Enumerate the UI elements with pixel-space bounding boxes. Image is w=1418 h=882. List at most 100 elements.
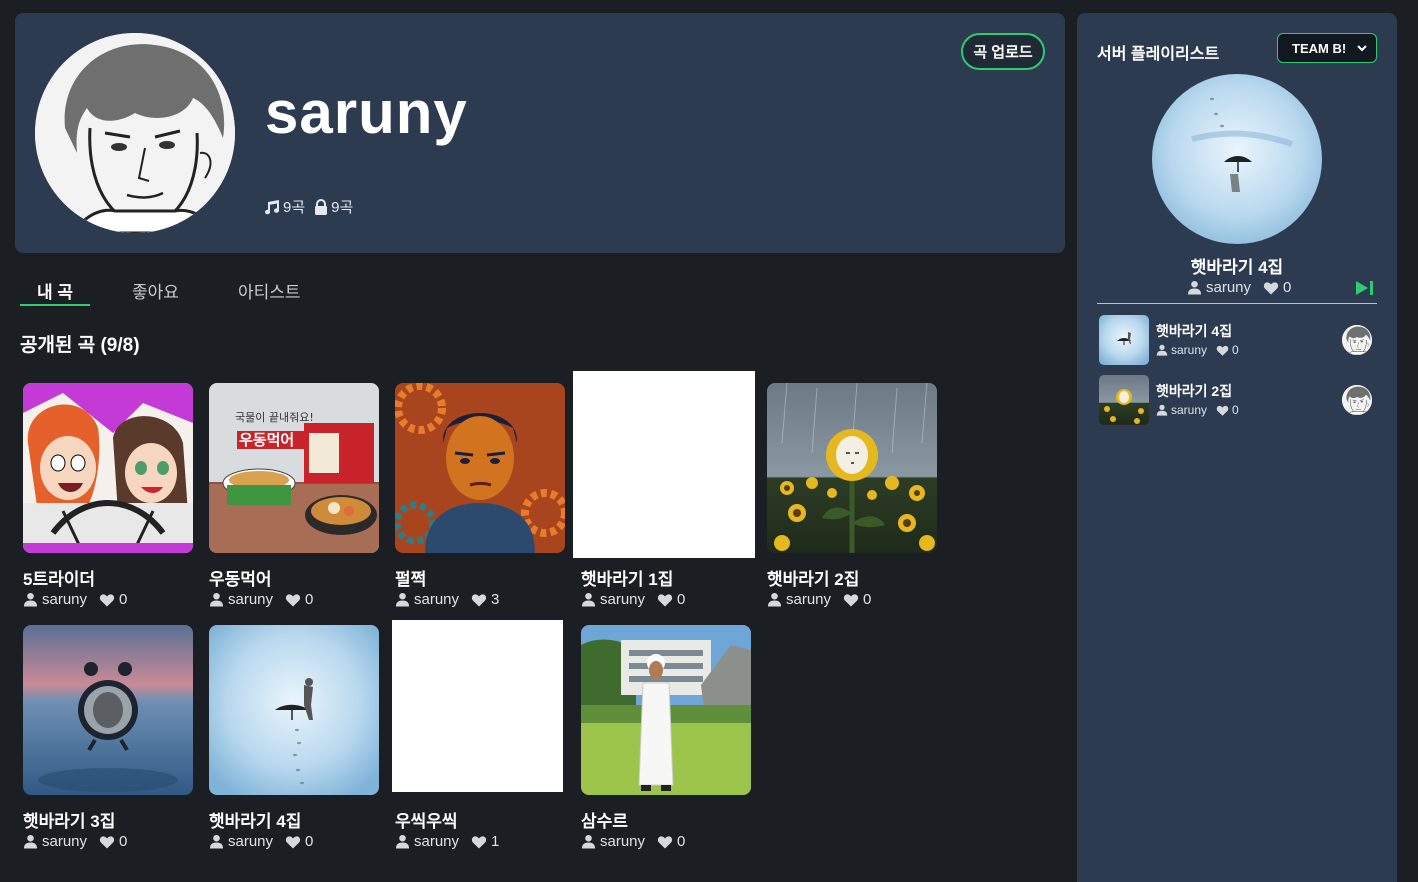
song-cover[interactable] — [23, 625, 193, 795]
avatar[interactable] — [1342, 385, 1372, 415]
song-meta: saruny 0 — [581, 591, 685, 608]
song-artist[interactable]: saruny — [414, 591, 459, 608]
team-select-value: TEAM B! — [1292, 40, 1347, 56]
song-card[interactable]: 국물이 끝내줘요! 우동먹어 우동먹어 saruny 0 — [209, 383, 384, 608]
playlist-item[interactable]: 햇바라기 2집 saruny 0 — [1099, 375, 1375, 425]
private-count-label: 9곡 — [331, 199, 354, 216]
user-icon — [1156, 404, 1168, 416]
tab-likes[interactable]: 좋아요 — [115, 276, 196, 306]
song-title[interactable]: 햇바라기 4집 — [209, 807, 301, 832]
song-title[interactable]: 햇바라기 1집 — [581, 565, 673, 590]
profile-header: saruny 9곡 9곡 곡 업로드 — [15, 13, 1065, 253]
heart-icon[interactable] — [1216, 344, 1229, 357]
song-meta: saruny 0 — [581, 833, 685, 850]
song-artist[interactable]: saruny — [414, 833, 459, 850]
tab-artists[interactable]: 아티스트 — [221, 276, 318, 306]
song-card[interactable]: 햇바라기 4집 saruny 0 — [209, 625, 384, 850]
song-cover[interactable] — [392, 620, 563, 792]
profile-stats: 9곡 9곡 — [263, 196, 353, 217]
song-card[interactable]: 삼수르 saruny 0 — [581, 625, 756, 850]
heart-icon[interactable] — [285, 592, 301, 608]
song-artist[interactable]: saruny — [42, 591, 87, 608]
now-playing-likes: 0 — [1283, 279, 1292, 296]
now-playing-cover[interactable] — [1152, 74, 1322, 244]
playlist-item[interactable]: 햇바라기 4집 saruny 0 — [1099, 315, 1375, 365]
song-card[interactable]: 5트라이더 saruny 0 — [23, 383, 198, 608]
user-icon — [23, 592, 38, 607]
section-title: 공개된 곡 (9/8) — [20, 335, 140, 356]
song-cover[interactable] — [209, 625, 379, 795]
heart-icon[interactable] — [843, 592, 859, 608]
song-cover[interactable] — [573, 371, 755, 558]
song-meta: saruny 3 — [395, 591, 499, 608]
playlist-item-title: 햇바라기 4집 — [1156, 323, 1233, 339]
heart-icon[interactable] — [1216, 404, 1229, 417]
song-artist[interactable]: saruny — [42, 833, 87, 850]
heart-icon[interactable] — [657, 592, 673, 608]
udong-banner-text: 국물이 끝내줘요! — [235, 411, 314, 424]
playlist-item-cover — [1099, 375, 1149, 425]
song-title[interactable]: 펄쩍 — [395, 565, 426, 590]
playlist-item-artist: saruny — [1171, 403, 1208, 417]
upload-song-button[interactable]: 곡 업로드 — [961, 33, 1045, 70]
song-meta: saruny 0 — [209, 591, 313, 608]
tab-my-songs[interactable]: 내 곡 — [20, 276, 91, 306]
playlist-item-title: 햇바라기 2집 — [1156, 383, 1233, 399]
chevron-down-icon — [1356, 42, 1368, 54]
songs-count: 9곡 — [263, 196, 305, 217]
song-artist[interactable]: saruny — [786, 591, 831, 608]
playlist-item-cover — [1099, 315, 1149, 365]
song-artist[interactable]: saruny — [600, 591, 645, 608]
song-title[interactable]: 우동먹어 — [209, 565, 272, 590]
playlist-item-likes: 0 — [1232, 403, 1239, 417]
heart-icon[interactable] — [285, 834, 301, 850]
user-icon — [581, 592, 596, 607]
song-meta: saruny 0 — [767, 591, 871, 608]
song-cover[interactable] — [581, 625, 751, 795]
now-playing-artist[interactable]: saruny — [1206, 279, 1251, 296]
profile-avatar — [35, 33, 235, 233]
song-title[interactable]: 햇바라기 2집 — [767, 565, 859, 590]
user-icon — [23, 834, 38, 849]
heart-icon[interactable] — [657, 834, 673, 850]
song-meta: saruny 0 — [23, 833, 127, 850]
song-cover[interactable]: 국물이 끝내줘요! 우동먹어 — [209, 383, 379, 553]
song-artist[interactable]: saruny — [228, 833, 273, 850]
playlist-item-meta: saruny 0 — [1156, 343, 1239, 357]
song-title[interactable]: 우씩우씩 — [395, 807, 458, 832]
song-likes: 0 — [305, 833, 314, 850]
song-meta: saruny 0 — [23, 591, 127, 608]
song-card[interactable]: 햇바라기 2집 saruny 0 — [767, 383, 942, 608]
user-icon — [209, 834, 224, 849]
udong-name-text: 우동먹어 — [239, 431, 294, 449]
song-card[interactable]: 펄쩍 saruny 3 — [395, 383, 570, 608]
music-note-icon — [263, 199, 281, 215]
song-meta: saruny 1 — [395, 833, 499, 850]
skip-next-icon[interactable] — [1355, 279, 1375, 297]
heart-icon[interactable] — [471, 834, 487, 850]
song-title[interactable]: 삼수르 — [581, 807, 628, 832]
song-title[interactable]: 햇바라기 3집 — [23, 807, 115, 832]
song-likes: 0 — [305, 591, 314, 608]
playlist-divider — [1097, 303, 1377, 304]
heart-icon[interactable] — [99, 592, 115, 608]
heart-icon[interactable] — [1263, 280, 1279, 296]
playlist-item-likes: 0 — [1232, 343, 1239, 357]
song-cover[interactable] — [23, 383, 193, 553]
user-icon — [395, 834, 410, 849]
user-icon — [209, 592, 224, 607]
song-title[interactable]: 5트라이더 — [23, 565, 95, 590]
heart-icon[interactable] — [471, 592, 487, 608]
song-artist[interactable]: saruny — [228, 591, 273, 608]
song-likes: 3 — [491, 591, 500, 608]
songs-count-label: 9곡 — [283, 199, 306, 216]
song-cover[interactable] — [767, 383, 937, 553]
song-cover[interactable] — [395, 383, 565, 553]
song-likes: 0 — [119, 833, 128, 850]
avatar[interactable] — [1342, 325, 1372, 355]
song-artist[interactable]: saruny — [600, 833, 645, 850]
team-select[interactable]: TEAM B! — [1277, 33, 1377, 63]
song-card[interactable]: 햇바라기 3집 saruny 0 — [23, 625, 198, 850]
heart-icon[interactable] — [99, 834, 115, 850]
now-playing-title: 햇바라기 4집 — [1190, 258, 1284, 277]
